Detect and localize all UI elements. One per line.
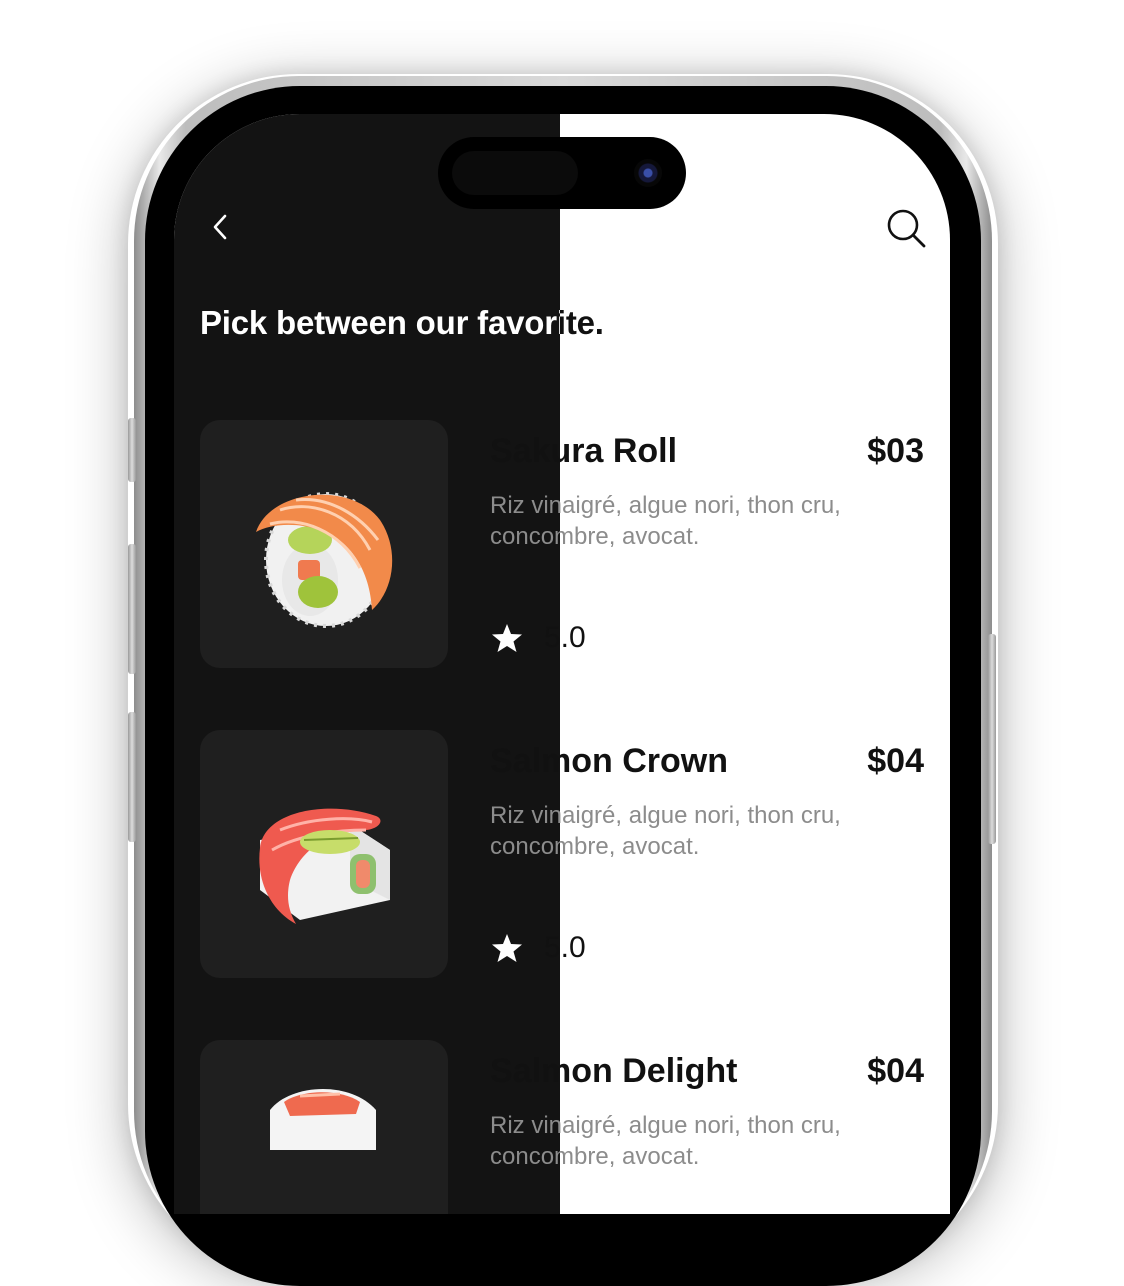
list-item[interactable]: Salmon Crown $04 Riz vinaigré, algue nor…: [200, 730, 924, 980]
item-image: [200, 1040, 448, 1214]
item-description: Riz vinaigré, algue nori, thon cru, conc…: [490, 802, 841, 860]
item-description: Riz vinaigré, algue nori, thon cru, conc…: [490, 1112, 841, 1170]
search-button[interactable]: [884, 206, 928, 250]
rating-value: 5.0: [544, 621, 586, 654]
sushi-roll-salmon-cucumber: [259, 808, 390, 924]
star-icon: [492, 624, 522, 652]
item-price: $04: [867, 1052, 924, 1090]
back-button[interactable]: [204, 210, 240, 246]
item-description: Riz vinaigré, algue nori, thon cru, conc…: [490, 492, 841, 550]
sushi-roll-salmon-rice: [270, 1088, 376, 1150]
item-rating: 5.0: [490, 620, 586, 656]
search-icon: [887, 209, 926, 248]
list-item[interactable]: Salmon Delight $04 Riz vinaigré, algue n…: [200, 1040, 924, 1214]
item-name: Salmon Delight: [490, 1052, 738, 1090]
item-image: [200, 730, 448, 978]
volume-down-button: [128, 712, 136, 842]
volume-up-button: [128, 544, 136, 674]
power-button: [988, 634, 996, 844]
item-name: Salmon Crown: [490, 742, 729, 780]
rating-value: 5.0: [544, 931, 586, 964]
item-price: $04: [867, 742, 924, 780]
sushi-roll-salmon-avocado: [256, 492, 393, 628]
camera-icon: [634, 159, 662, 187]
item-price: $03: [867, 432, 924, 470]
dynamic-island: [438, 137, 686, 209]
item-name: Sakura Roll: [490, 432, 678, 470]
chevron-left-icon: [213, 214, 227, 240]
star-icon: [492, 934, 522, 962]
action-button: [128, 418, 136, 482]
list-item[interactable]: Sakura Roll $03 Riz vinaigré, algue nori…: [200, 420, 924, 670]
item-rating: 5.0: [490, 930, 586, 966]
page-title-light: Pick between our favorite.: [200, 304, 604, 341]
item-image: [200, 420, 448, 668]
app-screen: Pick between our favorite. Pick between …: [174, 114, 950, 1214]
